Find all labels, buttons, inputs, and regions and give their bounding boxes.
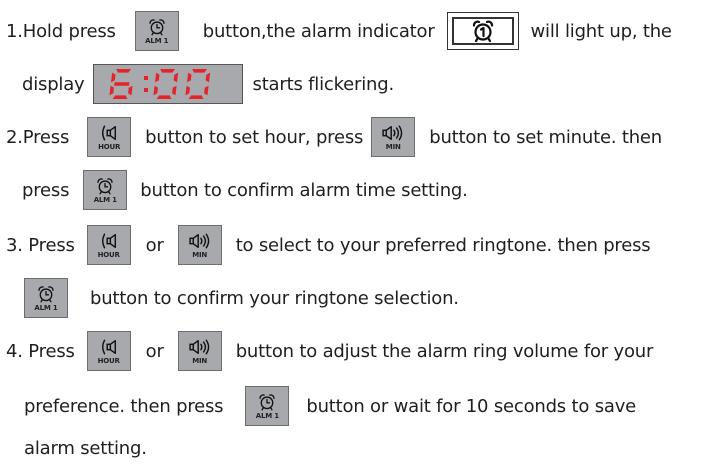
alarm-button-label: ALM 1 bbox=[145, 36, 169, 45]
step4-text-5: button or wait for 10 seconds to save bbox=[306, 395, 637, 417]
clock-display bbox=[92, 64, 243, 104]
display-segment bbox=[188, 95, 203, 99]
alarm-button: ALM 1 bbox=[245, 386, 290, 426]
step2-text-2: button to set hour, press bbox=[145, 126, 364, 148]
hour-button-label: HOUR bbox=[98, 142, 121, 151]
step3-line2: ALM 1 button to confirm your ringtone se… bbox=[24, 278, 459, 318]
step2-text-3: button to set minute. then bbox=[429, 126, 663, 148]
alarm-button: ALM 1 bbox=[134, 11, 179, 51]
hour-button: HOUR bbox=[86, 225, 131, 265]
display-time-digits bbox=[108, 69, 210, 99]
alarm-indicator-icon bbox=[469, 19, 497, 43]
step2-text-4: press bbox=[22, 179, 70, 201]
alarm-clock-icon bbox=[95, 177, 115, 195]
step4-text-1: 4. Press bbox=[6, 340, 75, 362]
instructions-page: 1.Hold press ALM 1 button,the alarm indi… bbox=[0, 0, 724, 470]
alarm-button-label: ALM 1 bbox=[255, 411, 279, 420]
alarm-button: ALM 1 bbox=[83, 170, 128, 210]
alarm-button: ALM 1 bbox=[24, 278, 68, 318]
display-segment bbox=[171, 85, 177, 96]
step1-line1: 1.Hold press ALM 1 button,the alarm indi… bbox=[6, 11, 672, 51]
step3-line1: 3. Press HOUR or MIN to select to your p… bbox=[6, 225, 651, 265]
step4-text-2: or bbox=[145, 340, 164, 362]
step1-text-2: button,the alarm indicator bbox=[202, 20, 435, 42]
speaker-high-icon bbox=[188, 232, 212, 250]
display-colon-dot bbox=[143, 76, 148, 80]
speaker-low-icon bbox=[97, 124, 121, 142]
step4-text-4: preference. then press bbox=[24, 395, 224, 417]
speaker-high-icon bbox=[381, 124, 405, 142]
hour-button: HOUR bbox=[87, 117, 132, 157]
alarm-clock-icon bbox=[257, 393, 277, 411]
step4-text-3: button to adjust the alarm ring volume f… bbox=[235, 340, 654, 362]
step4-line3: alarm setting. bbox=[24, 428, 147, 468]
display-segment bbox=[191, 69, 207, 73]
display-segment bbox=[127, 85, 133, 96]
speaker-low-icon bbox=[97, 338, 121, 356]
step2-line2: press ALM 1 button to confirm alarm time… bbox=[22, 170, 468, 210]
display-segment bbox=[205, 72, 210, 83]
alarm-indicator bbox=[446, 12, 519, 50]
display-colon-dot bbox=[143, 88, 148, 92]
step4-text-6: alarm setting. bbox=[24, 437, 147, 459]
display-segment bbox=[184, 85, 190, 96]
min-button-label: MIN bbox=[192, 250, 208, 259]
alarm-clock-icon bbox=[36, 285, 56, 303]
min-button-label: MIN bbox=[192, 356, 208, 365]
display-segment bbox=[156, 95, 171, 99]
step4-line1: 4. Press HOUR or MIN button to adjust th… bbox=[6, 331, 653, 371]
step2-text-5: button to confirm alarm time setting. bbox=[140, 179, 468, 201]
step1-text-5: starts flickering. bbox=[252, 73, 395, 95]
step3-text-4: button to confirm your ringtone selectio… bbox=[90, 287, 459, 309]
alarm-button-label: ALM 1 bbox=[34, 303, 58, 312]
display-segment bbox=[115, 69, 131, 73]
step4-line2: preference. then press ALM 1 button or w… bbox=[24, 386, 636, 426]
step1-text-4: display bbox=[22, 73, 85, 95]
display-segment bbox=[110, 72, 116, 83]
display-segment bbox=[113, 82, 129, 86]
alarm-button-label: ALM 1 bbox=[93, 195, 117, 204]
step3-text-2: or bbox=[145, 234, 164, 256]
display-segment bbox=[112, 95, 127, 99]
hour-button: HOUR bbox=[86, 331, 131, 371]
display-segment bbox=[186, 72, 192, 83]
speaker-high-icon bbox=[188, 338, 212, 356]
display-segment bbox=[203, 85, 209, 96]
display-segment bbox=[152, 85, 158, 96]
min-button-label: MIN bbox=[385, 142, 401, 151]
display-segment bbox=[154, 72, 160, 83]
step1-text-1: 1.Hold press bbox=[6, 20, 116, 42]
speaker-low-icon bbox=[97, 232, 121, 250]
step3-text-3: to select to your preferred ringtone. th… bbox=[235, 234, 651, 256]
display-segment bbox=[173, 72, 178, 83]
alarm-clock-icon bbox=[147, 18, 167, 36]
min-button: MIN bbox=[371, 117, 416, 157]
display-segment bbox=[108, 85, 114, 96]
step2-text-1: 2.Press bbox=[6, 126, 70, 148]
step1-line2: display starts flickering. bbox=[22, 64, 394, 104]
min-button: MIN bbox=[177, 331, 222, 371]
display-segment bbox=[159, 69, 175, 73]
step3-text-1: 3. Press bbox=[6, 234, 75, 256]
step1-text-3: will light up, the bbox=[530, 20, 672, 42]
hour-button-label: HOUR bbox=[97, 250, 120, 259]
min-button: MIN bbox=[177, 225, 222, 265]
hour-button-label: HOUR bbox=[97, 356, 120, 365]
step2-line1: 2.Press HOUR button to set hour, press M… bbox=[6, 117, 662, 157]
